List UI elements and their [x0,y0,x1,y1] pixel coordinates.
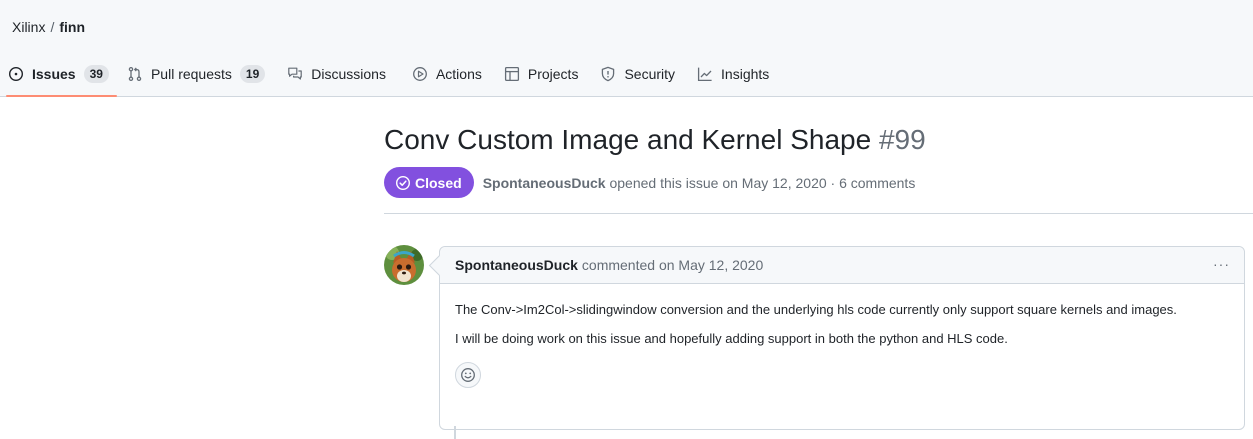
repo-link[interactable]: finn [59,19,85,35]
tab-label: Actions [435,66,482,82]
issue-closed-icon [395,175,411,190]
comment-timestamp[interactable]: commented on May 12, 2020 [582,257,763,273]
issue-opened-text: opened this issue on May 12, 2020 · 6 co… [609,174,916,191]
comment-paragraph: I will be doing work on this issue and h… [455,331,1008,346]
tab-actions[interactable]: Actions [404,60,492,88]
header-divider [384,213,1253,214]
issue-opened-info: SpontaneousDuck opened this issue on May… [483,175,916,191]
comment-author-link[interactable]: SpontaneousDuck [455,257,578,273]
issue-meta: Closed SpontaneousDuck opened this issue… [384,167,915,198]
avatar[interactable] [384,245,424,285]
closed-state-badge: Closed [384,167,474,198]
comment-paragraph: The Conv->Im2Col->slidingwindow conversi… [455,302,1177,317]
kebab-menu-icon[interactable]: ··· [1213,256,1230,272]
tab-insights[interactable]: Insights [689,60,779,88]
issue-title-text: Conv Custom Image and Kernel Shape [384,124,872,155]
git-pull-request-icon [127,66,143,82]
repo-tabs: Issues 39 Pull requests 19 Discussions A… [0,60,779,97]
comment-body: The Conv->Im2Col->slidingwindow conversi… [440,284,1244,389]
timeline-connector [454,426,456,439]
table-icon [504,66,520,82]
issue-number: #99 [878,124,926,155]
tab-label: Pull requests [150,66,232,82]
add-reaction-button[interactable] [455,362,481,388]
owner-link[interactable]: Xilinx [12,19,45,35]
comment-discussion-icon [287,66,303,82]
repo-header: Xilinx / finn Issues 39 Pull requests 19 D… [0,0,1253,97]
play-icon [412,66,428,82]
tab-security[interactable]: Security [592,60,685,88]
tab-projects[interactable]: Projects [496,60,589,88]
shield-icon [600,66,616,82]
smiley-icon [461,368,475,382]
issue-title: Conv Custom Image and Kernel Shape #99 [384,124,926,156]
state-label: Closed [415,174,462,191]
tab-label: Projects [527,66,579,82]
issue-opened-icon [8,66,24,82]
breadcrumb-separator: / [50,19,55,35]
tab-label: Issues [32,66,76,82]
comment-header: SpontaneousDuck commented on May 12, 202… [440,247,1244,284]
graph-icon [697,66,713,82]
issue-comment: SpontaneousDuck commented on May 12, 202… [439,246,1245,430]
tab-discussions[interactable]: Discussions [279,60,396,88]
pull-requests-count-badge: 19 [239,65,266,83]
breadcrumb: Xilinx / finn [12,19,85,35]
tab-issues[interactable]: Issues 39 [0,60,119,97]
tab-pull-requests[interactable]: Pull requests 19 [119,60,275,88]
tab-label: Discussions [311,66,386,82]
issues-count-badge: 39 [83,65,109,83]
tab-label: Insights [721,66,770,82]
issue-author-link[interactable]: SpontaneousDuck [483,175,606,191]
tab-label: Security [624,66,676,82]
